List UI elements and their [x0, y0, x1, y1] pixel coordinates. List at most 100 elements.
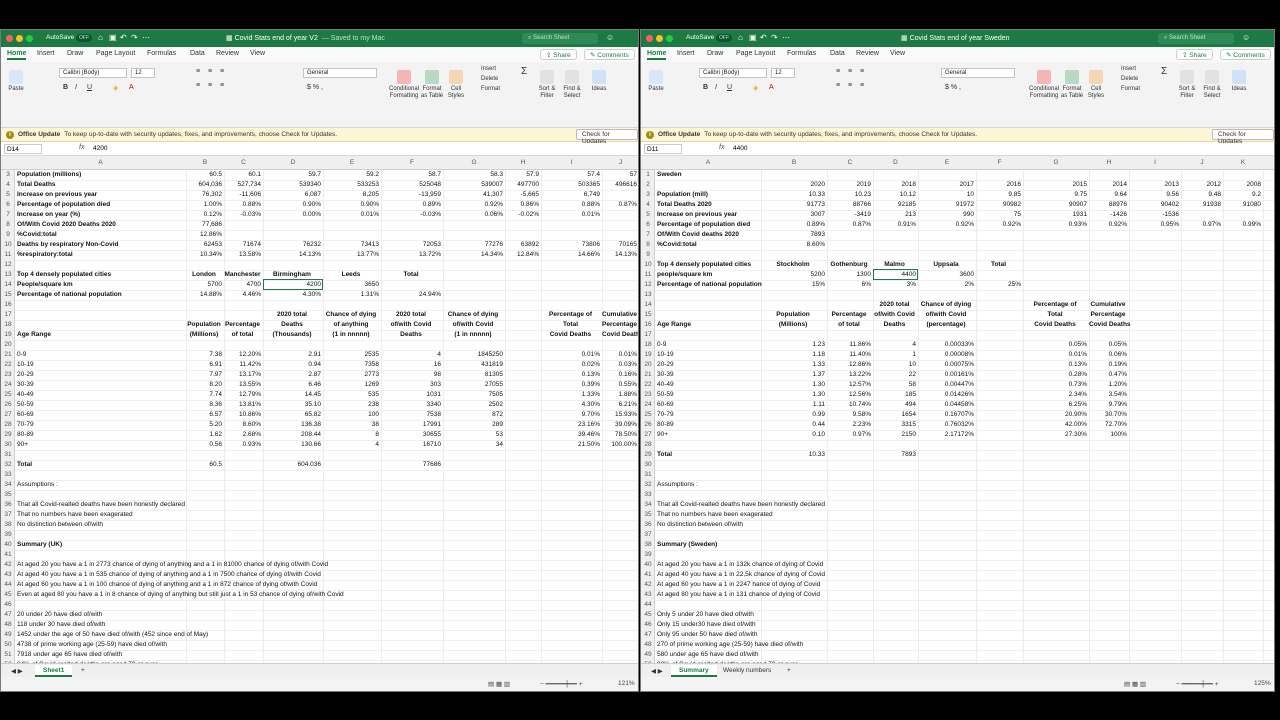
row-header-44[interactable]: 44	[641, 600, 655, 610]
cell-J21[interactable]: 0.01%	[602, 350, 637, 360]
cell-B10[interactable]: 62453	[186, 240, 222, 250]
row-header-44[interactable]: 44	[1, 580, 15, 590]
cell-G22[interactable]: 0.73%	[1023, 380, 1087, 390]
cell-I29[interactable]: 39.46%	[541, 430, 600, 440]
cell-G29[interactable]: 53	[443, 430, 503, 440]
row-header-42[interactable]: 42	[1, 560, 15, 570]
zoom-level[interactable]: 125%	[1254, 680, 1271, 687]
format-as-table-button[interactable]: Format as Table	[420, 70, 444, 100]
sheet-nav-icon[interactable]: ◀ ▶	[643, 665, 671, 677]
cell-B24[interactable]: 1.11	[761, 400, 825, 410]
cell-F13[interactable]: Total	[381, 270, 441, 280]
align-icon[interactable]: ≡	[848, 68, 852, 75]
cell-C4[interactable]: 88766	[827, 200, 871, 210]
row-header-35[interactable]: 35	[641, 510, 655, 520]
cell-A30[interactable]: 90+	[17, 440, 28, 450]
cell-D24[interactable]: 494	[873, 400, 916, 410]
cell-A26[interactable]: 50-59	[17, 400, 34, 410]
cell-A38[interactable]: Summary (Sweden)	[657, 540, 717, 550]
cell-G20[interactable]: 0.13%	[1023, 360, 1087, 370]
cell-A10[interactable]: Deaths by respiratory Non-Covid	[17, 240, 119, 250]
cell-G6[interactable]: 0.92%	[443, 200, 503, 210]
column-header-C[interactable]: C	[224, 159, 263, 166]
cell-A27[interactable]: 60-69	[17, 410, 34, 420]
undo-icon[interactable]: ↶	[120, 33, 127, 42]
row-header-22[interactable]: 22	[641, 380, 655, 390]
tab-view[interactable]: View	[890, 50, 905, 57]
cell-B19[interactable]: (Millions)	[186, 330, 222, 340]
cell-F24[interactable]: 303	[381, 380, 441, 390]
cell-F5[interactable]: -13,959	[381, 190, 441, 200]
cell-E3[interactable]: 10	[918, 190, 974, 200]
cell-J30[interactable]: 100.00%	[602, 440, 637, 450]
cell-D27[interactable]: 65.82	[263, 410, 321, 420]
cell-J6[interactable]: 0.97%	[1181, 220, 1221, 230]
cell-B8[interactable]: 8.60%	[761, 240, 825, 250]
close-window-button[interactable]	[6, 35, 13, 42]
autosum-icon[interactable]: Σ	[1161, 66, 1167, 77]
cell-C13[interactable]: Manchester	[224, 270, 261, 280]
cell-B29[interactable]: 10.33	[761, 450, 825, 460]
cell-E16[interactable]: (percentage)	[918, 320, 974, 330]
cell-B19[interactable]: 1.18	[761, 350, 825, 360]
cell-F23[interactable]: 98	[381, 370, 441, 380]
cell-D10[interactable]: 76232	[263, 240, 321, 250]
row-header-23[interactable]: 23	[641, 390, 655, 400]
cell-A40[interactable]: At aged 20 you have a 1 in 132k chance o…	[657, 560, 823, 570]
cell-H3[interactable]: 57.9	[505, 170, 539, 180]
row-header-43[interactable]: 43	[641, 590, 655, 600]
fill-color-icon[interactable]: ◈	[113, 84, 118, 92]
cell-C7[interactable]: -0.03%	[224, 210, 261, 220]
tab-insert[interactable]: Insert	[677, 50, 695, 57]
autosave-toggle[interactable]: OFF	[76, 34, 92, 42]
row-header-27[interactable]: 27	[1, 410, 15, 420]
cell-A32[interactable]: Assumptions :	[657, 480, 698, 490]
cell-I18[interactable]: Total	[541, 320, 600, 330]
cell-G3[interactable]: 9.75	[1023, 190, 1087, 200]
name-box[interactable]: D14	[4, 144, 42, 154]
column-header-B[interactable]: B	[761, 159, 827, 166]
cell-E25[interactable]: 0.16707%	[918, 410, 974, 420]
row-header-49[interactable]: 49	[1, 630, 15, 640]
cell-D18[interactable]: 4	[873, 340, 916, 350]
cell-G19[interactable]: 0.01%	[1023, 350, 1087, 360]
cell-A6[interactable]: Percentage of population died	[657, 220, 750, 230]
cell-C15[interactable]: Percentage	[827, 310, 871, 320]
sheet-tab-summary[interactable]: Summary	[671, 665, 717, 677]
cells-delete-button[interactable]: Delete	[481, 76, 498, 82]
cell-H6[interactable]: 0.92%	[1089, 220, 1127, 230]
cell-B22[interactable]: 6.91	[186, 360, 222, 370]
row-header-46[interactable]: 46	[641, 620, 655, 630]
cell-A43[interactable]: At aged 40 you have a 1 in 535 chance of…	[17, 570, 321, 580]
more-icon[interactable]: ⋯	[142, 33, 150, 42]
cell-D18[interactable]: Deaths	[263, 320, 321, 330]
row-header-15[interactable]: 15	[1, 290, 15, 300]
cell-G10[interactable]: 77276	[443, 240, 503, 250]
check-for-updates-button[interactable]: Check for Updates	[576, 129, 638, 145]
cell-G21[interactable]: 0.28%	[1023, 370, 1087, 380]
cell-B2[interactable]: 2020	[761, 180, 825, 190]
cell-G5[interactable]: 1931	[1023, 210, 1087, 220]
row-header-34[interactable]: 34	[1, 480, 15, 490]
cell-G27[interactable]: 872	[443, 410, 503, 420]
row-header-25[interactable]: 25	[1, 390, 15, 400]
cell-F7[interactable]: -0.03%	[381, 210, 441, 220]
cell-A23[interactable]: 20-29	[17, 370, 34, 380]
cell-A43[interactable]: At aged 80 you have a 1 in 131 chance of…	[657, 590, 820, 600]
cell-H24[interactable]: 9.79%	[1089, 400, 1127, 410]
cell-B18[interactable]: 1.23	[761, 340, 825, 350]
cell-I7[interactable]: 0.01%	[541, 210, 600, 220]
align-icon[interactable]: ≡	[208, 68, 212, 75]
minimize-window-button[interactable]	[16, 35, 23, 42]
cell-A18[interactable]: 0-9	[657, 340, 666, 350]
row-header-13[interactable]: 13	[641, 290, 655, 300]
share-button[interactable]: ⇪ Share	[540, 49, 577, 60]
cell-A12[interactable]: Percentage of national population	[657, 280, 762, 290]
row-header-4[interactable]: 4	[1, 180, 15, 190]
cell-D23[interactable]: 2.87	[263, 370, 321, 380]
comments-button[interactable]: ✎ Comments	[1220, 49, 1271, 60]
cell-G26[interactable]: 2502	[443, 400, 503, 410]
cell-I5[interactable]: 6,749	[541, 190, 600, 200]
cell-C26[interactable]: 2.23%	[827, 420, 871, 430]
cell-B16[interactable]: (Millions)	[761, 320, 825, 330]
